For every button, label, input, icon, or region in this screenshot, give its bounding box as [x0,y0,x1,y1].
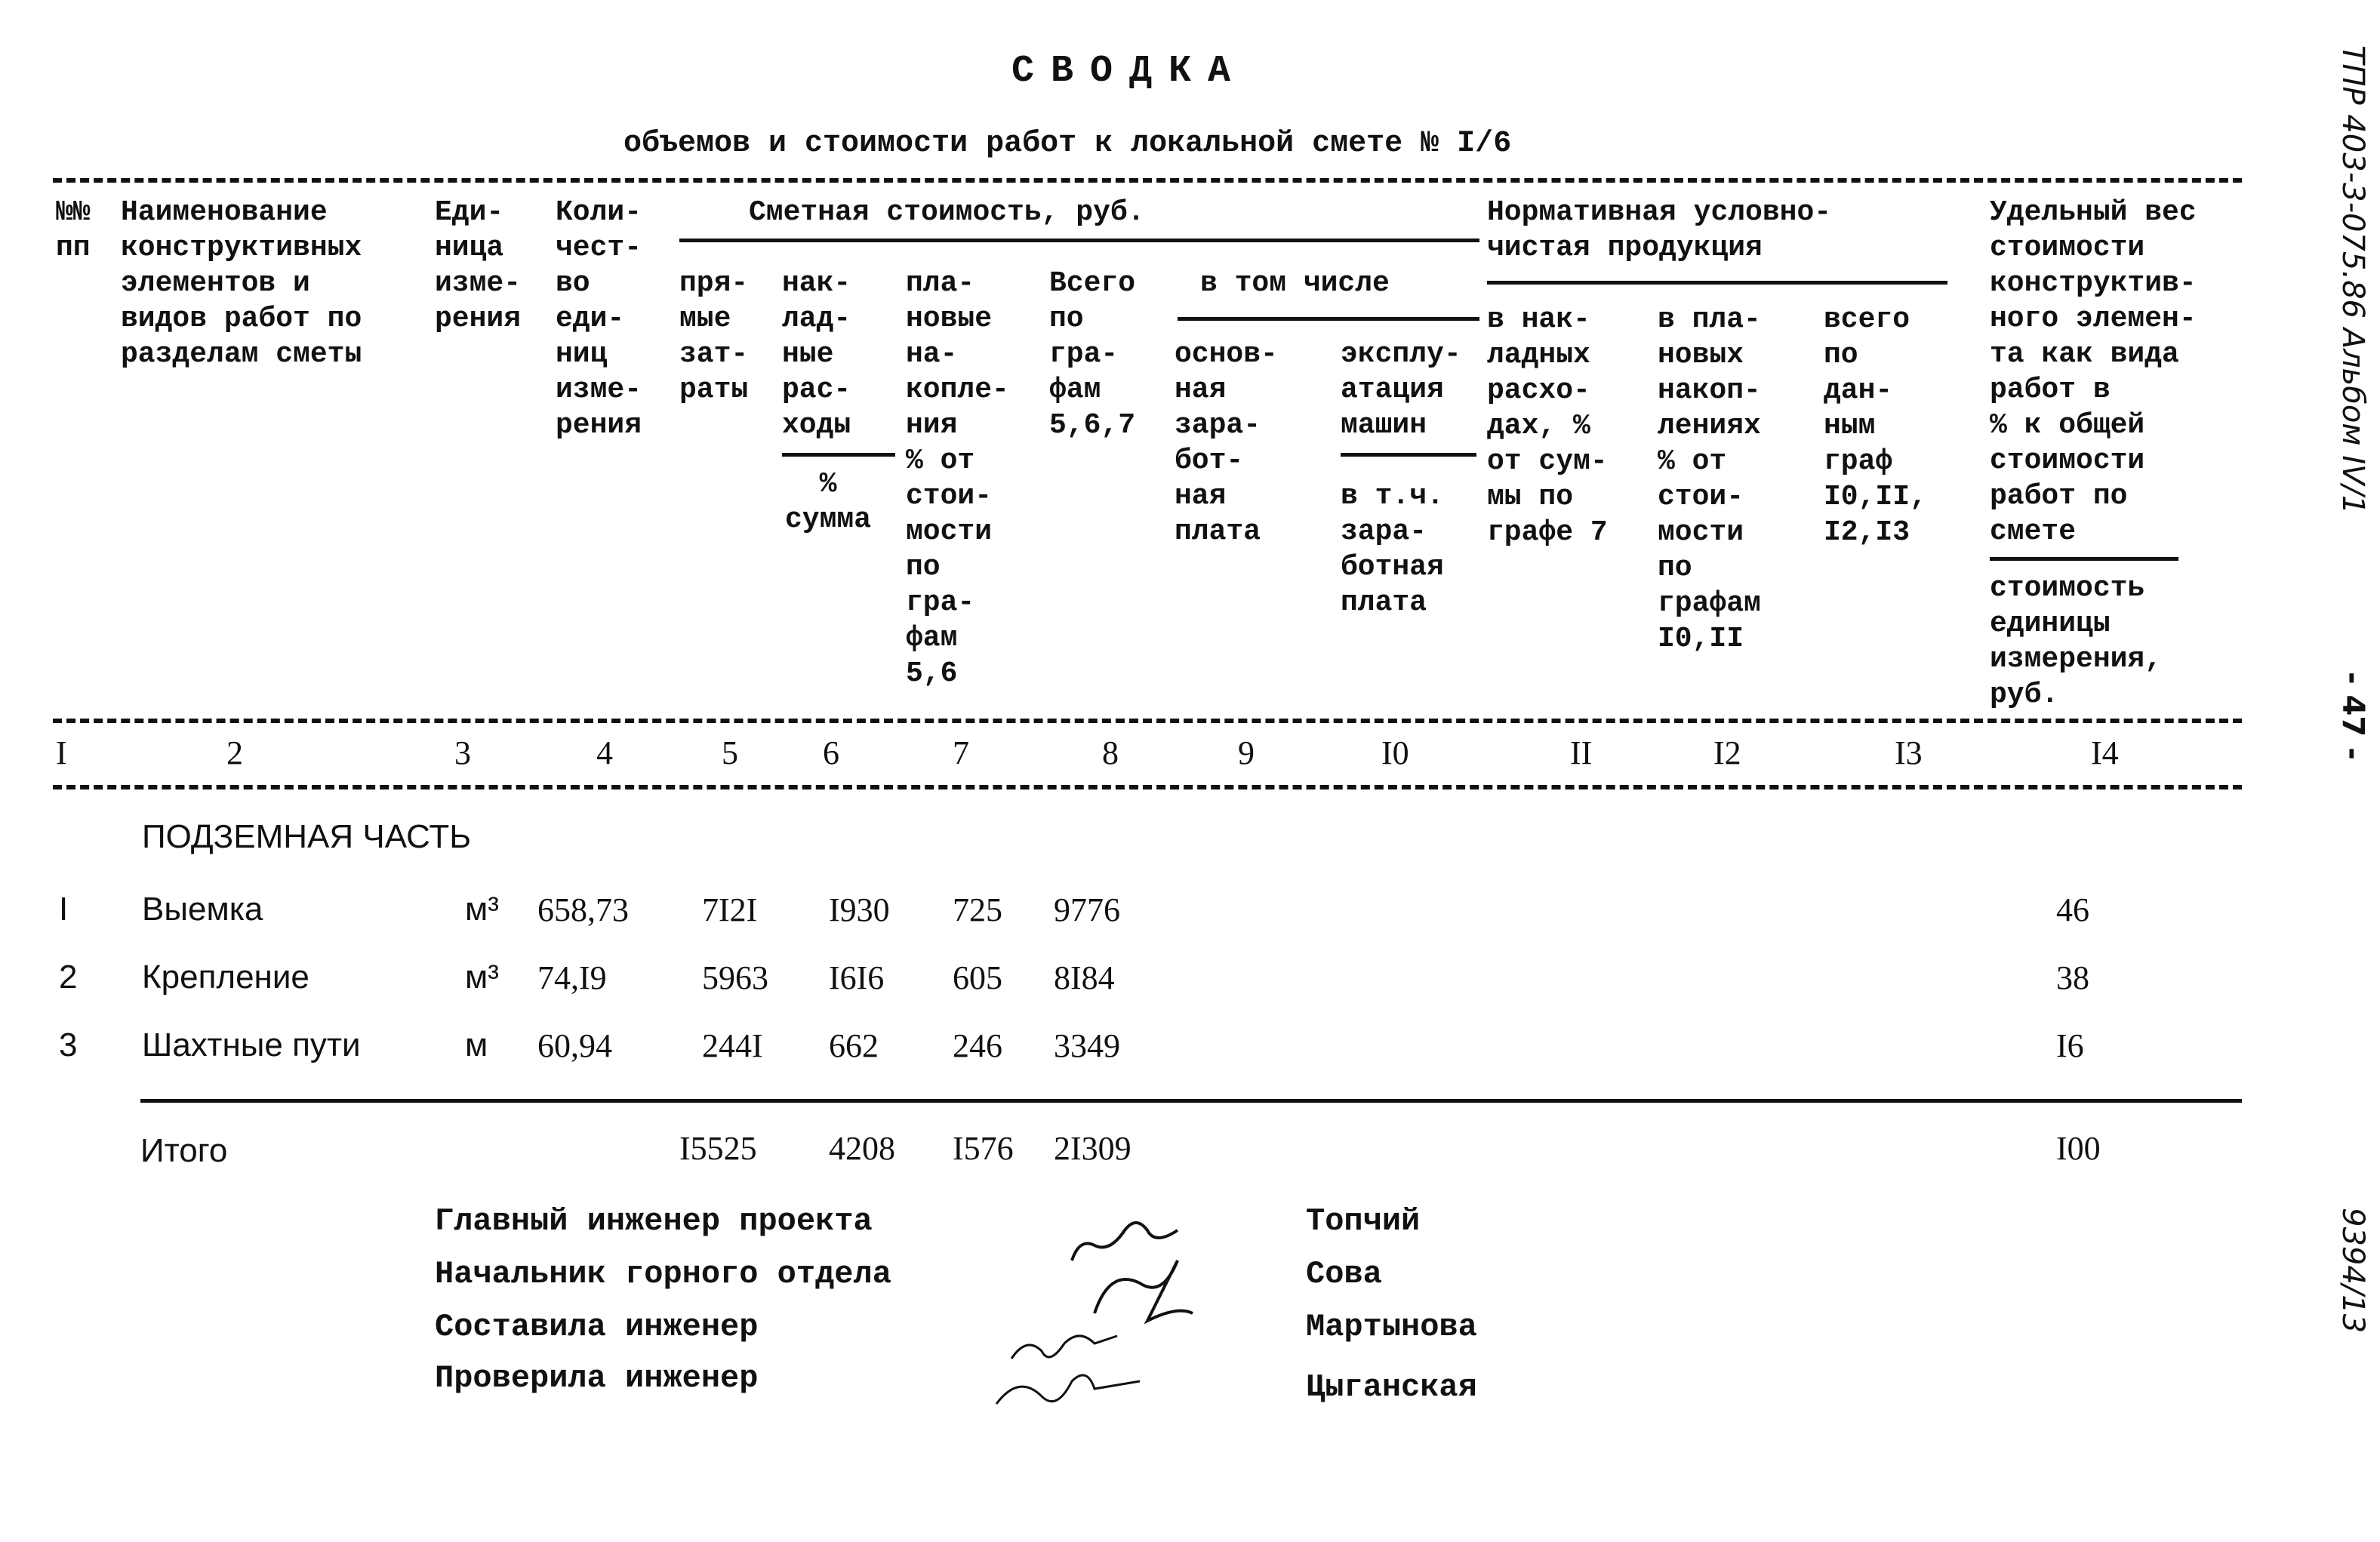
column-number: I [56,734,67,771]
row-unit: м³ [465,959,499,996]
totals-rule [140,1099,2242,1103]
group-cost-rule [679,239,1479,242]
totals-share: I00 [2056,1130,2101,1167]
row-overhead: I930 [829,891,890,928]
col-10-rule [1341,453,1476,457]
column-number: I4 [2091,734,2119,771]
row-number: I [59,891,69,928]
header-col-2: Наименование конструктивных элементов и … [121,196,362,371]
row-quantity: 60,94 [537,1027,612,1064]
row-unit: м³ [465,891,499,928]
row-planned-savings: 725 [953,891,1002,928]
handwritten-signatures [995,1221,1193,1405]
margin-archive-number: 9394/13 [2335,1208,2370,1334]
header-col-3: Еди- ница изме- рения [435,196,522,335]
row-overhead: 662 [829,1027,879,1064]
signature-role: Составила инженер [435,1309,759,1345]
row-quantity: 74,I9 [537,959,607,996]
row-direct-costs: 244I [702,1027,763,1064]
column-number: 8 [1102,734,1119,771]
signature-role: Проверила инженер [435,1360,759,1396]
signature-role: Начальник горного отдела [435,1256,891,1292]
signature-role: Главный инженер проекта [435,1203,873,1239]
totals-planned: I576 [953,1130,1014,1167]
header-col-10-bottom: в т.ч. зара- ботная плата [1341,480,1444,619]
totals-direct: I5525 [679,1130,757,1167]
header-top-rule [53,178,2242,183]
row-number: 2 [59,959,78,996]
header-col-9: основ- ная зара- бот- ная плата [1175,338,1278,548]
group-including-rule [1178,317,1479,321]
header-col-1: №№ пп [56,196,91,264]
row-quantity: 658,73 [537,891,629,928]
column-number: II [1570,734,1593,771]
header-col-8: Всего по гра- фам 5,6,7 [1049,267,1136,442]
col-6-rule [782,453,895,457]
header-col-6-bottom: % сумма [785,468,872,536]
row-overhead: I6I6 [829,959,885,996]
header-col-11: в нак- ладных расхо- дах, % от сум- мы п… [1487,303,1608,549]
row-planned-savings: 246 [953,1027,1002,1064]
column-number: 2 [226,734,243,771]
totals-overhead: 4208 [829,1130,895,1167]
col-14-rule [1990,557,2178,561]
column-numbers-bottom-rule [53,785,2242,789]
header-group-normative: Нормативная условно- чистая продукция [1487,196,1832,264]
row-direct-costs: 7I2I [702,891,758,928]
document-subtitle: объемов и стоимости работ к локальной см… [623,127,1512,161]
document-title: СВОДКА [1011,50,1248,93]
header-group-cost: Сметная стоимость, руб. [749,196,1145,229]
column-number: 3 [454,734,471,771]
row-total: 9776 [1054,891,1120,928]
header-col-13: всего по дан- ным граф I0,II, I2,I3 [1824,303,1927,549]
header-col-12: в пла- новых накоп- лениях % от стои- мо… [1658,303,1761,655]
row-share: 46 [2056,891,2089,928]
header-col-6-top: нак- лад- ные рас- ходы [782,267,851,442]
header-col-14-top: Удельный вес стоимости конструктив- ного… [1990,196,2197,548]
totals-label: Итого [140,1132,228,1169]
row-unit: м [465,1026,488,1063]
header-col-5: пря- мые зат- раты [679,267,749,406]
section-title: ПОДЗЕМНАЯ ЧАСТЬ [142,818,472,855]
signatory-name: Топчий [1306,1203,1421,1239]
row-total: 8I84 [1054,959,1115,996]
column-number: 5 [722,734,738,771]
row-name: Выемка [142,891,263,928]
column-number: I0 [1381,734,1409,771]
header-group-including: в том числе [1200,267,1390,300]
column-number: I3 [1895,734,1923,771]
column-number: 6 [823,734,839,771]
signatory-name: Сова [1306,1256,1382,1292]
row-total: 3349 [1054,1027,1120,1064]
totals-total: 2I309 [1054,1130,1132,1167]
margin-page-number: - 47 - [2335,672,2370,760]
column-number: 4 [596,734,613,771]
row-direct-costs: 5963 [702,959,768,996]
row-planned-savings: 605 [953,959,1002,996]
column-number: 9 [1238,734,1255,771]
header-col-4: Коли- чест- во еди- ниц изме- рения [556,196,642,442]
column-number: I2 [1713,734,1741,771]
group-normative-rule [1487,281,1947,285]
signatory-name: Цыганская [1306,1369,1477,1405]
header-col-7: пла- новые на- копле- ния % от стои- мос… [906,267,1009,690]
column-number: 7 [953,734,969,771]
row-name: Крепление [142,959,309,996]
header-col-14-bottom: стоимость единицы измерения, руб. [1990,572,2163,711]
signatory-name: Мартынова [1306,1309,1477,1345]
header-col-10-top: эксплу- атация машин [1341,338,1461,442]
column-numbers-top-rule [53,719,2242,723]
row-name: Шахтные пути [142,1026,361,1063]
row-share: I6 [2056,1027,2084,1064]
row-share: 38 [2056,959,2089,996]
margin-document-code: ТПР 403-3-075.86 Альбом IV/1 [2335,45,2370,515]
row-number: 3 [59,1026,78,1063]
